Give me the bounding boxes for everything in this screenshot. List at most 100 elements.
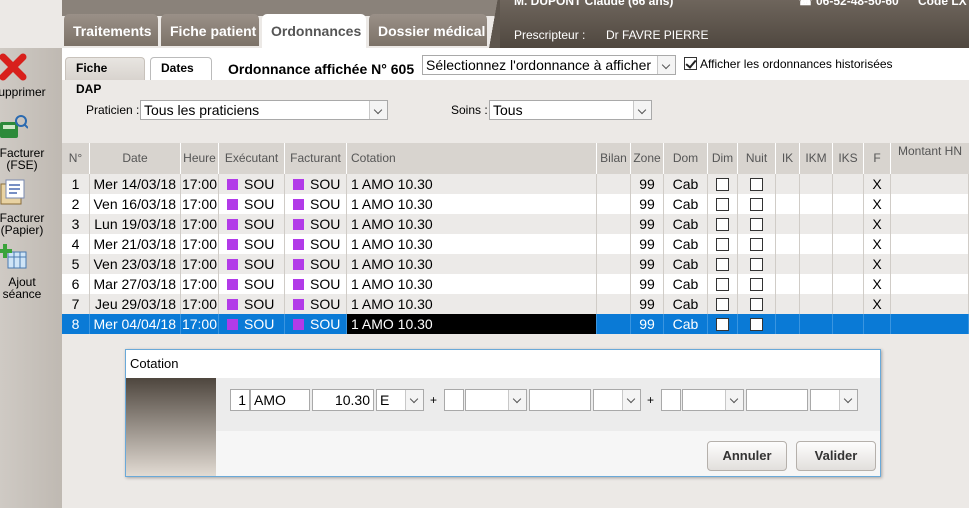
- table-row[interactable]: 3 Lun 19/03/18 17:00 SOU SOU 1 AMO 10.30 99 Cab…: [62, 214, 969, 234]
- nuit-checkbox[interactable]: [750, 258, 763, 271]
- cell-text: 6: [71, 276, 80, 292]
- soins-select[interactable]: Tous: [489, 100, 652, 120]
- cell-executant: SOU: [219, 314, 285, 334]
- cell-iks: [833, 234, 864, 254]
- nuit-checkbox[interactable]: [750, 198, 763, 211]
- table-row[interactable]: 6 Mar 27/03/18 17:00 SOU SOU 1 AMO 10.30 99 Cab…: [62, 274, 969, 294]
- col-executant[interactable]: Exécutant: [219, 143, 285, 174]
- tab-traitements[interactable]: Traitements: [64, 14, 158, 46]
- practitioner-color-swatch: [293, 179, 304, 190]
- cell-text: 99: [639, 176, 655, 192]
- cell-heure: 17:00: [181, 274, 219, 294]
- type2-select[interactable]: [593, 389, 641, 411]
- table-row[interactable]: 2 Ven 16/03/18 17:00 SOU SOU 1 AMO 10.30 99 Cab…: [62, 194, 969, 214]
- col-nuit[interactable]: Nuit: [738, 143, 776, 174]
- delete-button[interactable]: upprimer: [0, 52, 62, 98]
- col-zone[interactable]: Zone: [631, 143, 664, 174]
- cell-text: Cab: [672, 276, 699, 292]
- col-num[interactable]: N°: [62, 143, 90, 174]
- code3-select[interactable]: [682, 389, 744, 411]
- col-facturant[interactable]: Facturant: [285, 143, 347, 174]
- dim-checkbox[interactable]: [716, 218, 729, 231]
- col-date[interactable]: Date: [90, 143, 181, 174]
- cell-zone: 99: [631, 254, 664, 274]
- nuit-checkbox[interactable]: [750, 178, 763, 191]
- historise-checkbox[interactable]: [684, 57, 697, 70]
- patient-banner: M. DUPONT Claude (66 ans) ☎ 06-52-48-50-…: [486, 0, 969, 50]
- cell-text: 99: [639, 316, 655, 332]
- cell-n: 4: [62, 234, 90, 254]
- cell-dom: Cab: [664, 214, 708, 234]
- validate-button[interactable]: Valider: [796, 441, 876, 471]
- cell-zone: 99: [631, 234, 664, 254]
- practitioner-color-swatch: [227, 279, 238, 290]
- code2-select[interactable]: [465, 389, 527, 411]
- qty-input[interactable]: 1: [230, 389, 250, 411]
- col-heure[interactable]: Heure: [181, 143, 219, 174]
- dim-checkbox[interactable]: [716, 318, 729, 331]
- coef3-input[interactable]: [746, 389, 808, 411]
- table-row[interactable]: 5 Ven 23/03/18 17:00 SOU SOU 1 AMO 10.30 99 Cab…: [62, 254, 969, 274]
- nuit-checkbox[interactable]: [750, 278, 763, 291]
- ajout-seance-button[interactable]: Ajout séance: [0, 242, 62, 300]
- cell-f: X: [864, 274, 891, 294]
- dim-checkbox[interactable]: [716, 298, 729, 311]
- cell-text: 99: [639, 276, 655, 292]
- table-row[interactable]: 8 Mer 04/04/18 17:00 SOU SOU 1 AMO 10.30 99 Cab: [62, 314, 969, 334]
- col-bilan[interactable]: Bilan: [597, 143, 631, 174]
- chevron-down-icon: [725, 390, 743, 410]
- type3-select[interactable]: [810, 389, 858, 411]
- col-ikm[interactable]: IKM: [800, 143, 833, 174]
- qty3-input[interactable]: [661, 389, 681, 411]
- coef-input[interactable]: 10.30: [312, 389, 374, 411]
- dialog-title: Cotation: [126, 350, 880, 378]
- subtab-fiche-dap[interactable]: Fiche DAP: [65, 57, 145, 96]
- cell-iks: [833, 294, 864, 314]
- table-row[interactable]: 7 Jeu 29/03/18 17:00 SOU SOU 1 AMO 10.30 99 Cab…: [62, 294, 969, 314]
- cell-nuit: [738, 274, 776, 294]
- table-row[interactable]: 4 Mer 21/03/18 17:00 SOU SOU 1 AMO 10.30 99 Cab…: [62, 234, 969, 254]
- subtab-dates[interactable]: Dates: [150, 57, 212, 80]
- plus-sign: +: [647, 393, 655, 407]
- col-cotation[interactable]: Cotation: [347, 143, 597, 174]
- table-row[interactable]: 1 Mer 14/03/18 17:00 SOU SOU 1 AMO 10.30 99 Cab…: [62, 174, 969, 194]
- cell-ikm: [800, 294, 833, 314]
- nuit-checkbox[interactable]: [750, 298, 763, 311]
- nuit-checkbox[interactable]: [750, 218, 763, 231]
- col-montant-hn[interactable]: Montant HN: [891, 143, 969, 174]
- dim-checkbox[interactable]: [716, 178, 729, 191]
- code-input[interactable]: AMO: [250, 389, 310, 411]
- cell-facturant: SOU: [285, 234, 347, 254]
- cell-text: 99: [639, 196, 655, 212]
- historise-label: Afficher les ordonnances historisées: [700, 57, 893, 71]
- qty2-input[interactable]: [444, 389, 464, 411]
- tab-dossier-medical[interactable]: Dossier médical: [369, 14, 487, 46]
- cell-bilan: [597, 234, 631, 254]
- type-select[interactable]: E: [376, 389, 424, 411]
- cell-text: Cab: [672, 216, 699, 232]
- facturer-papier-button[interactable]: Facturer (Papier): [0, 178, 62, 236]
- col-ik[interactable]: IK: [776, 143, 800, 174]
- cell-f: X: [864, 254, 891, 274]
- tab-fiche-patient[interactable]: Fiche patient: [161, 14, 259, 46]
- ordonnance-select[interactable]: Sélectionnez l'ordonnance à afficher: [422, 55, 676, 75]
- dim-checkbox[interactable]: [716, 238, 729, 251]
- cell-text: 99: [639, 256, 655, 272]
- facturer-fse-button[interactable]: Facturer (FSE): [0, 113, 62, 171]
- col-f[interactable]: F: [864, 143, 891, 174]
- col-dom[interactable]: Dom: [664, 143, 708, 174]
- col-iks[interactable]: IKS: [833, 143, 864, 174]
- dim-checkbox[interactable]: [716, 258, 729, 271]
- praticien-select[interactable]: Tous les praticiens: [140, 100, 388, 120]
- cell-dom: Cab: [664, 254, 708, 274]
- nuit-checkbox[interactable]: [750, 318, 763, 331]
- cell-iks: [833, 254, 864, 274]
- col-dim[interactable]: Dim: [708, 143, 738, 174]
- cancel-button[interactable]: Annuler: [707, 441, 787, 471]
- tab-ordonnances[interactable]: Ordonnances: [262, 14, 366, 48]
- nuit-checkbox[interactable]: [750, 238, 763, 251]
- dim-checkbox[interactable]: [716, 198, 729, 211]
- cell-executant: SOU: [219, 194, 285, 214]
- coef2-input[interactable]: [529, 389, 591, 411]
- dim-checkbox[interactable]: [716, 278, 729, 291]
